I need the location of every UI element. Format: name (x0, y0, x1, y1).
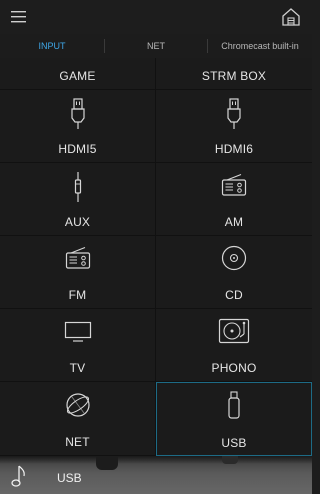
tab-input[interactable]: INPUT (0, 39, 104, 53)
input-usb[interactable]: USB (156, 382, 312, 456)
input-label: TV (69, 361, 86, 375)
input-net[interactable]: NET (0, 382, 156, 456)
aux-jack-icon (72, 171, 84, 203)
input-label: HDMI6 (214, 142, 254, 156)
shadow (0, 456, 312, 464)
globe-icon (64, 391, 92, 419)
now-playing-bar[interactable]: USB (0, 456, 312, 494)
input-hdmi6[interactable]: HDMI6 (156, 90, 312, 163)
hdmi-plug-icon (69, 98, 87, 130)
input-phono[interactable]: PHONO (156, 309, 312, 382)
cd-disc-icon (221, 245, 247, 271)
input-strm-box[interactable]: STRM BOX (156, 58, 312, 90)
input-label: GAME (59, 69, 96, 83)
now-playing-source: USB (57, 471, 82, 485)
top-bar (0, 0, 312, 34)
home-icon[interactable] (280, 6, 302, 28)
tab-net[interactable]: NET (104, 39, 208, 53)
input-hdmi5[interactable]: HDMI5 (0, 90, 156, 163)
input-fm[interactable]: FM (0, 236, 156, 309)
tv-icon (64, 321, 92, 343)
input-label: STRM BOX (201, 69, 267, 83)
radio-icon (221, 173, 247, 197)
input-label: HDMI5 (58, 142, 97, 156)
input-am[interactable]: AM (156, 163, 312, 236)
input-label: USB (221, 436, 247, 450)
background-furniture-leg (96, 456, 118, 470)
music-note-icon (10, 464, 30, 490)
tab-chromecast[interactable]: Chromecast built-in (208, 39, 312, 53)
turntable-icon (218, 318, 250, 344)
input-label: AM (224, 215, 244, 229)
hdmi-plug-icon (225, 98, 243, 130)
input-label: NET (65, 435, 90, 449)
input-aux[interactable]: AUX (0, 163, 156, 236)
input-label: CD (225, 288, 243, 302)
input-label: FM (68, 288, 87, 302)
usb-stick-icon (227, 391, 241, 421)
input-cd[interactable]: CD (156, 236, 312, 309)
input-label: PHONO (211, 361, 257, 375)
background-furniture-leg (222, 456, 238, 464)
input-label: AUX (64, 215, 91, 229)
radio-icon (65, 246, 91, 270)
source-tabs: INPUT NET Chromecast built-in (0, 34, 312, 58)
hamburger-menu-icon[interactable] (10, 8, 30, 26)
input-game[interactable]: GAME (0, 58, 156, 90)
input-selector-grid: GAME STRM BOX HDMI5 HDMI6 AUX AM FM CD T… (0, 58, 312, 456)
input-tv[interactable]: TV (0, 309, 156, 382)
